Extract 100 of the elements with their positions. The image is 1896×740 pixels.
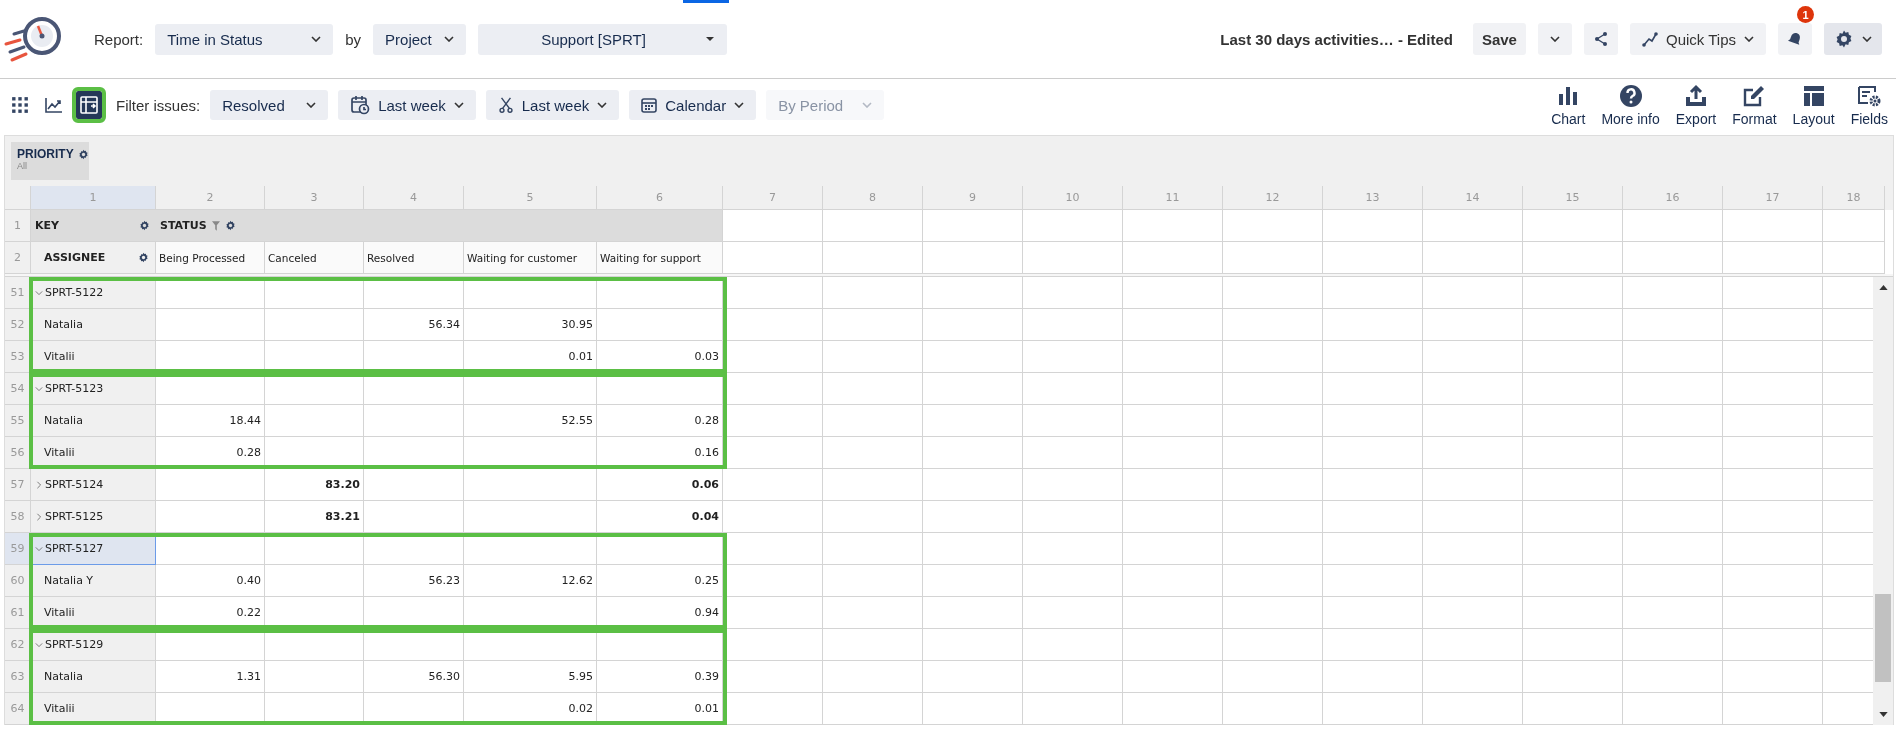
issue-key: SPRT-5127 <box>45 542 104 555</box>
gear-icon[interactable] <box>138 252 149 263</box>
scroll-up-icon[interactable] <box>1878 285 1888 290</box>
row-number: 61 <box>5 597 31 629</box>
row-number: 59 <box>5 533 31 565</box>
caret-icon <box>311 36 322 42</box>
row-number: 53 <box>5 341 31 373</box>
report-select[interactable]: Time in Status <box>155 23 334 55</box>
row-field-header[interactable]: KEY <box>31 210 156 242</box>
row-header-cell[interactable]: SPRT-5125 <box>31 501 156 533</box>
toolbar-action-button[interactable]: Fields <box>1848 83 1890 127</box>
assignee-cell: Natalia <box>31 405 156 437</box>
table-cell: 5.95 <box>464 661 597 693</box>
status-header-cell: Resolved <box>364 242 464 274</box>
assignee-cell: Natalia <box>31 309 156 341</box>
row-field-header[interactable]: ASSIGNEE <box>31 242 156 274</box>
table-cell: 56.30 <box>364 661 464 693</box>
assignee-cell: Natalia Y <box>31 565 156 597</box>
filter-select[interactable]: Last week <box>338 90 476 120</box>
row-number: 58 <box>5 501 31 533</box>
notifications-button[interactable] <box>1778 23 1812 55</box>
vertical-scrollbar[interactable] <box>1873 277 1893 725</box>
toolbar-action-button[interactable]: Export <box>1673 83 1719 127</box>
table-cell: 30.95 <box>464 309 597 341</box>
caret-icon <box>453 102 464 108</box>
table-cell: 12.62 <box>464 565 597 597</box>
fields-icon <box>1857 83 1882 108</box>
priority-filter-chip[interactable]: PRIORITY All <box>11 142 89 180</box>
row-number: 62 <box>5 629 31 661</box>
path-icon <box>1641 31 1658 47</box>
caret-icon <box>705 36 716 42</box>
issue-key: SPRT-5125 <box>45 510 104 523</box>
caret-icon <box>734 102 745 108</box>
filter-value: All <box>17 161 28 171</box>
table-cell: 56.23 <box>364 565 464 597</box>
group-by-select[interactable]: Project <box>373 23 467 55</box>
table-cell: 52.55 <box>464 405 597 437</box>
grid-icon <box>11 96 29 114</box>
gear-icon[interactable] <box>224 220 236 231</box>
table-cell: 0.94 <box>597 597 723 629</box>
table-cell: 0.22 <box>156 597 265 629</box>
toolbar-action-button[interactable]: Layout <box>1790 83 1837 127</box>
table-cell: 0.06 <box>597 469 723 501</box>
caret-icon <box>1862 36 1872 42</box>
row-number: 51 <box>5 277 31 309</box>
share-button[interactable] <box>1583 23 1618 55</box>
field-name: KEY <box>35 219 59 232</box>
by-label: by <box>345 30 362 48</box>
filter-select[interactable]: Last week <box>485 90 620 120</box>
toolbar-action-button[interactable]: Chart <box>1549 83 1588 127</box>
caret-icon <box>597 102 608 108</box>
share-icon <box>1592 31 1609 47</box>
filter-icon[interactable] <box>211 220 220 231</box>
assignee-cell: Natalia <box>31 661 156 693</box>
scroll-down-icon[interactable] <box>1878 712 1888 717</box>
calendar-icon <box>641 97 658 113</box>
caret-icon <box>444 36 455 42</box>
table-cell: 83.21 <box>265 501 364 533</box>
filter-select[interactable]: Resolved <box>210 90 329 120</box>
quick-tips-button[interactable]: Quick Tips <box>1629 23 1766 55</box>
row-number: 63 <box>5 661 31 693</box>
settings-button[interactable] <box>1824 23 1882 55</box>
column-field-header[interactable]: STATUS <box>156 210 723 242</box>
row-number: 54 <box>5 373 31 405</box>
table-cell: 0.28 <box>156 437 265 469</box>
table-cell: 83.20 <box>265 469 364 501</box>
empty-cell <box>1823 210 1885 242</box>
table-cell: 0.25 <box>597 565 723 597</box>
scissors-icon <box>497 97 514 113</box>
source-dropdown[interactable]: Support [SPRT] <box>478 23 728 55</box>
row-number: 1 <box>5 210 31 242</box>
scrollbar-thumb[interactable] <box>1875 594 1891 682</box>
filter-select[interactable]: Calendar <box>629 90 757 120</box>
row-header-cell[interactable]: SPRT-5124 <box>31 469 156 501</box>
report-label: Report: <box>94 30 144 48</box>
row-number: 2 <box>5 242 31 274</box>
row-number: 57 <box>5 469 31 501</box>
row-number: 60 <box>5 565 31 597</box>
save-button[interactable]: Save <box>1472 23 1526 55</box>
toolbar-action-button[interactable]: Format <box>1730 83 1779 127</box>
toolbar-action-button[interactable]: More info <box>1599 83 1662 127</box>
row-number: 55 <box>5 405 31 437</box>
calendar-clock-icon <box>350 95 371 115</box>
issue-key: SPRT-5123 <box>45 382 104 395</box>
caret-icon <box>862 102 873 108</box>
table-cell: 0.02 <box>464 693 597 725</box>
gear-icon[interactable] <box>77 148 89 160</box>
status-header-cell: Waiting for support <box>597 242 723 274</box>
status-header-cell: Being Processed <box>156 242 265 274</box>
gear-icon[interactable] <box>139 220 150 231</box>
edit-icon <box>1742 83 1767 108</box>
table-cell: 56.34 <box>364 309 464 341</box>
table-cell: 18.44 <box>156 405 265 437</box>
notification-badge: 1 <box>1797 6 1814 23</box>
table-cell: 0.40 <box>156 565 265 597</box>
upload-icon <box>1684 83 1708 108</box>
issue-key: SPRT-5122 <box>45 286 104 299</box>
help-icon <box>1618 83 1643 108</box>
layout-icon <box>1801 83 1826 108</box>
row-number: 52 <box>5 309 31 341</box>
